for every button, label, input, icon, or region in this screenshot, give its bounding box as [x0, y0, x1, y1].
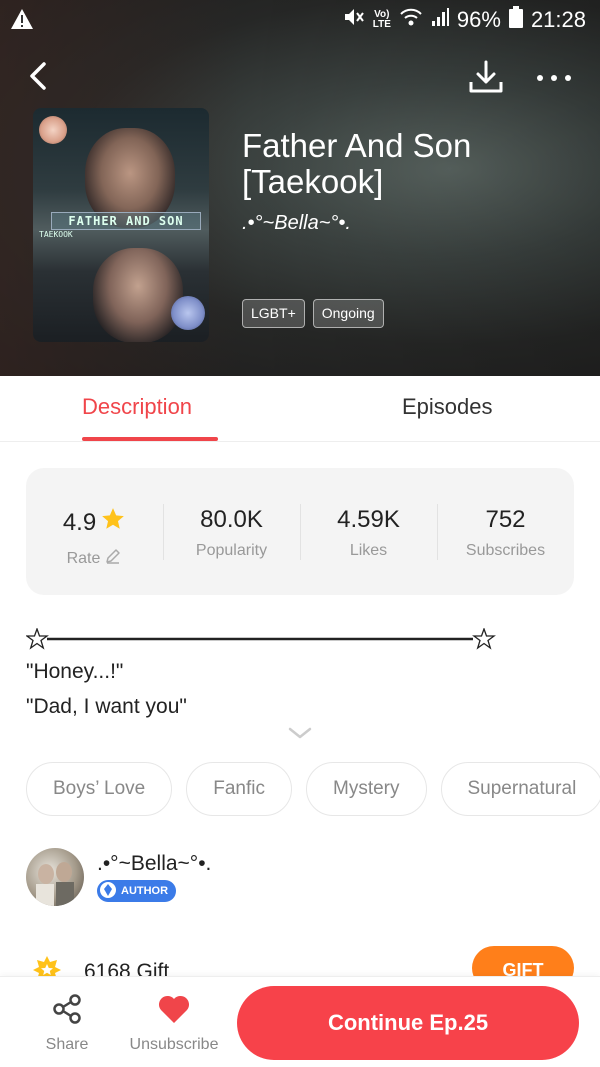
book-cover: FATHER AND SON TAEKOOK — [33, 108, 209, 342]
genre-chip[interactable]: Fanfic — [186, 762, 292, 816]
more-icon[interactable] — [534, 66, 574, 90]
author-avatar[interactable] — [26, 848, 84, 906]
likes-value: 4.59K — [337, 506, 400, 533]
stats-card: 4.9 Rate 80.0K Popularity 4.59K Likes 75… — [26, 468, 574, 595]
description-line: "Honey...!" — [26, 660, 124, 683]
stat-rate[interactable]: 4.9 Rate — [26, 506, 163, 570]
star-outline-icon — [472, 628, 496, 650]
status-bar: Vo) LTE 96% 21:28 — [0, 0, 600, 40]
bottom-action-bar: Share Unsubscribe Continue Ep.25 — [0, 976, 600, 1067]
cover-subtitle: TAEKOOK — [39, 230, 73, 239]
battery-icon — [508, 6, 523, 34]
star-divider — [26, 628, 496, 650]
gift-row: 6168 Gift GIFT — [0, 940, 600, 976]
battery-percent: 96% — [456, 7, 501, 32]
download-icon[interactable] — [466, 58, 506, 98]
subscribes-value: 752 — [485, 506, 526, 533]
stat-likes: 4.59K Likes — [300, 506, 437, 560]
likes-label: Likes — [349, 542, 388, 559]
cover-figure-bottom — [93, 248, 183, 342]
stat-subscribes: 752 Subscribes — [437, 506, 574, 560]
genre-chip[interactable]: Supernatural — [440, 762, 600, 816]
network-label: Vo) LTE — [372, 9, 391, 30]
book-title: Father And Son [Taekook] — [242, 127, 472, 200]
heart-icon — [157, 995, 191, 1029]
genre-list: Boys’ Love Fanfic Mystery Supernatural — [26, 762, 600, 816]
genre-chip[interactable]: Mystery — [306, 762, 427, 816]
cover-flower — [171, 296, 205, 330]
share-label: Share — [45, 1036, 89, 1053]
author-name[interactable]: .•°~Bella~°•. — [97, 852, 211, 876]
unsubscribe-label: Unsubscribe — [129, 1036, 219, 1053]
diamond-icon — [99, 881, 117, 902]
book-header: Vo) LTE 96% 21:28 FATHER AND SON TAEKOOK… — [0, 0, 600, 376]
book-author[interactable]: .•°~Bella~°•. — [242, 212, 351, 235]
cover-banner: FATHER AND SON — [51, 212, 201, 230]
chevron-down-icon[interactable] — [287, 724, 313, 742]
description-line: "Dad, I want you" — [26, 695, 187, 718]
book-tags: LGBT+ Ongoing — [242, 299, 384, 328]
tag-lgbt[interactable]: LGBT+ — [242, 299, 305, 328]
tab-description[interactable]: Description — [82, 394, 192, 420]
star-outline-icon — [26, 628, 49, 650]
star-icon — [100, 506, 126, 539]
share-icon — [51, 994, 83, 1029]
stat-popularity: 80.0K Popularity — [163, 506, 300, 560]
genre-chip[interactable]: Boys’ Love — [26, 762, 173, 816]
signal-icon — [431, 7, 449, 33]
tag-status[interactable]: Ongoing — [312, 299, 384, 328]
tab-episodes[interactable]: Episodes — [402, 394, 493, 420]
unsubscribe-button[interactable]: Unsubscribe — [124, 993, 224, 1054]
popularity-value: 80.0K — [200, 506, 263, 533]
pencil-icon — [104, 547, 122, 570]
rate-value: 4.9 — [62, 508, 97, 536]
subscribes-label: Subscribes — [465, 542, 546, 559]
mute-icon — [343, 6, 365, 34]
popularity-label: Popularity — [195, 542, 268, 559]
tab-bar: Description Episodes — [0, 376, 600, 442]
gift-button[interactable]: GIFT — [472, 946, 574, 976]
clock: 21:28 — [530, 7, 586, 32]
warning-icon — [10, 8, 34, 35]
cover-rose — [39, 116, 67, 144]
author-badge: AUTHOR — [97, 880, 177, 902]
gift-icon — [32, 954, 62, 976]
continue-reading-button[interactable]: Continue Ep.25 — [237, 986, 579, 1060]
share-button[interactable]: Share — [40, 993, 94, 1054]
back-icon[interactable] — [22, 58, 58, 94]
gift-count: 6168 Gift — [84, 960, 170, 976]
author-badge-label: AUTHOR — [121, 885, 169, 897]
wifi-icon — [399, 7, 423, 33]
rate-label: Rate — [66, 549, 101, 567]
active-tab-indicator — [82, 437, 218, 441]
